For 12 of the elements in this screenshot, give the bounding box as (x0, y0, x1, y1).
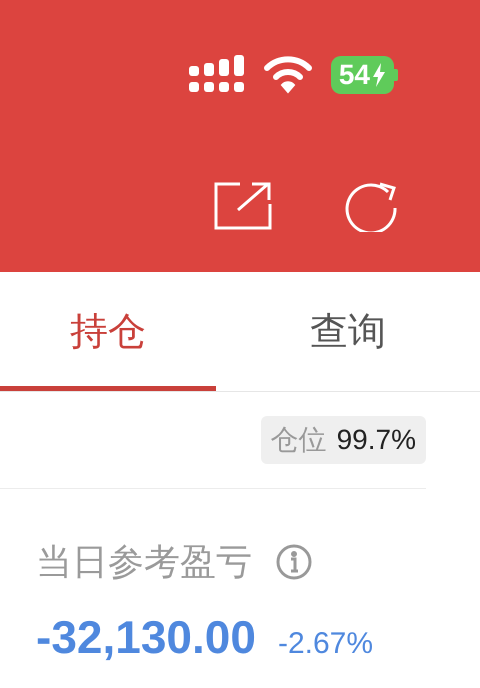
pnl-percent: -2.67% (278, 626, 374, 662)
battery-indicator: 54 (330, 56, 394, 94)
tab[interactable]: 持仓 (0, 272, 216, 391)
info-icon[interactable] (276, 544, 312, 580)
signal-icon (188, 55, 245, 95)
wifi-icon (262, 56, 313, 94)
position-label: 仓位 (270, 423, 327, 457)
position-value: 99.7% (336, 423, 416, 457)
share-icon[interactable] (214, 180, 272, 230)
pnl-label: 当日参考盈亏 (36, 540, 252, 584)
tab[interactable]: 查询 (216, 272, 480, 391)
pnl-amount: -32,130.00 (36, 610, 256, 665)
